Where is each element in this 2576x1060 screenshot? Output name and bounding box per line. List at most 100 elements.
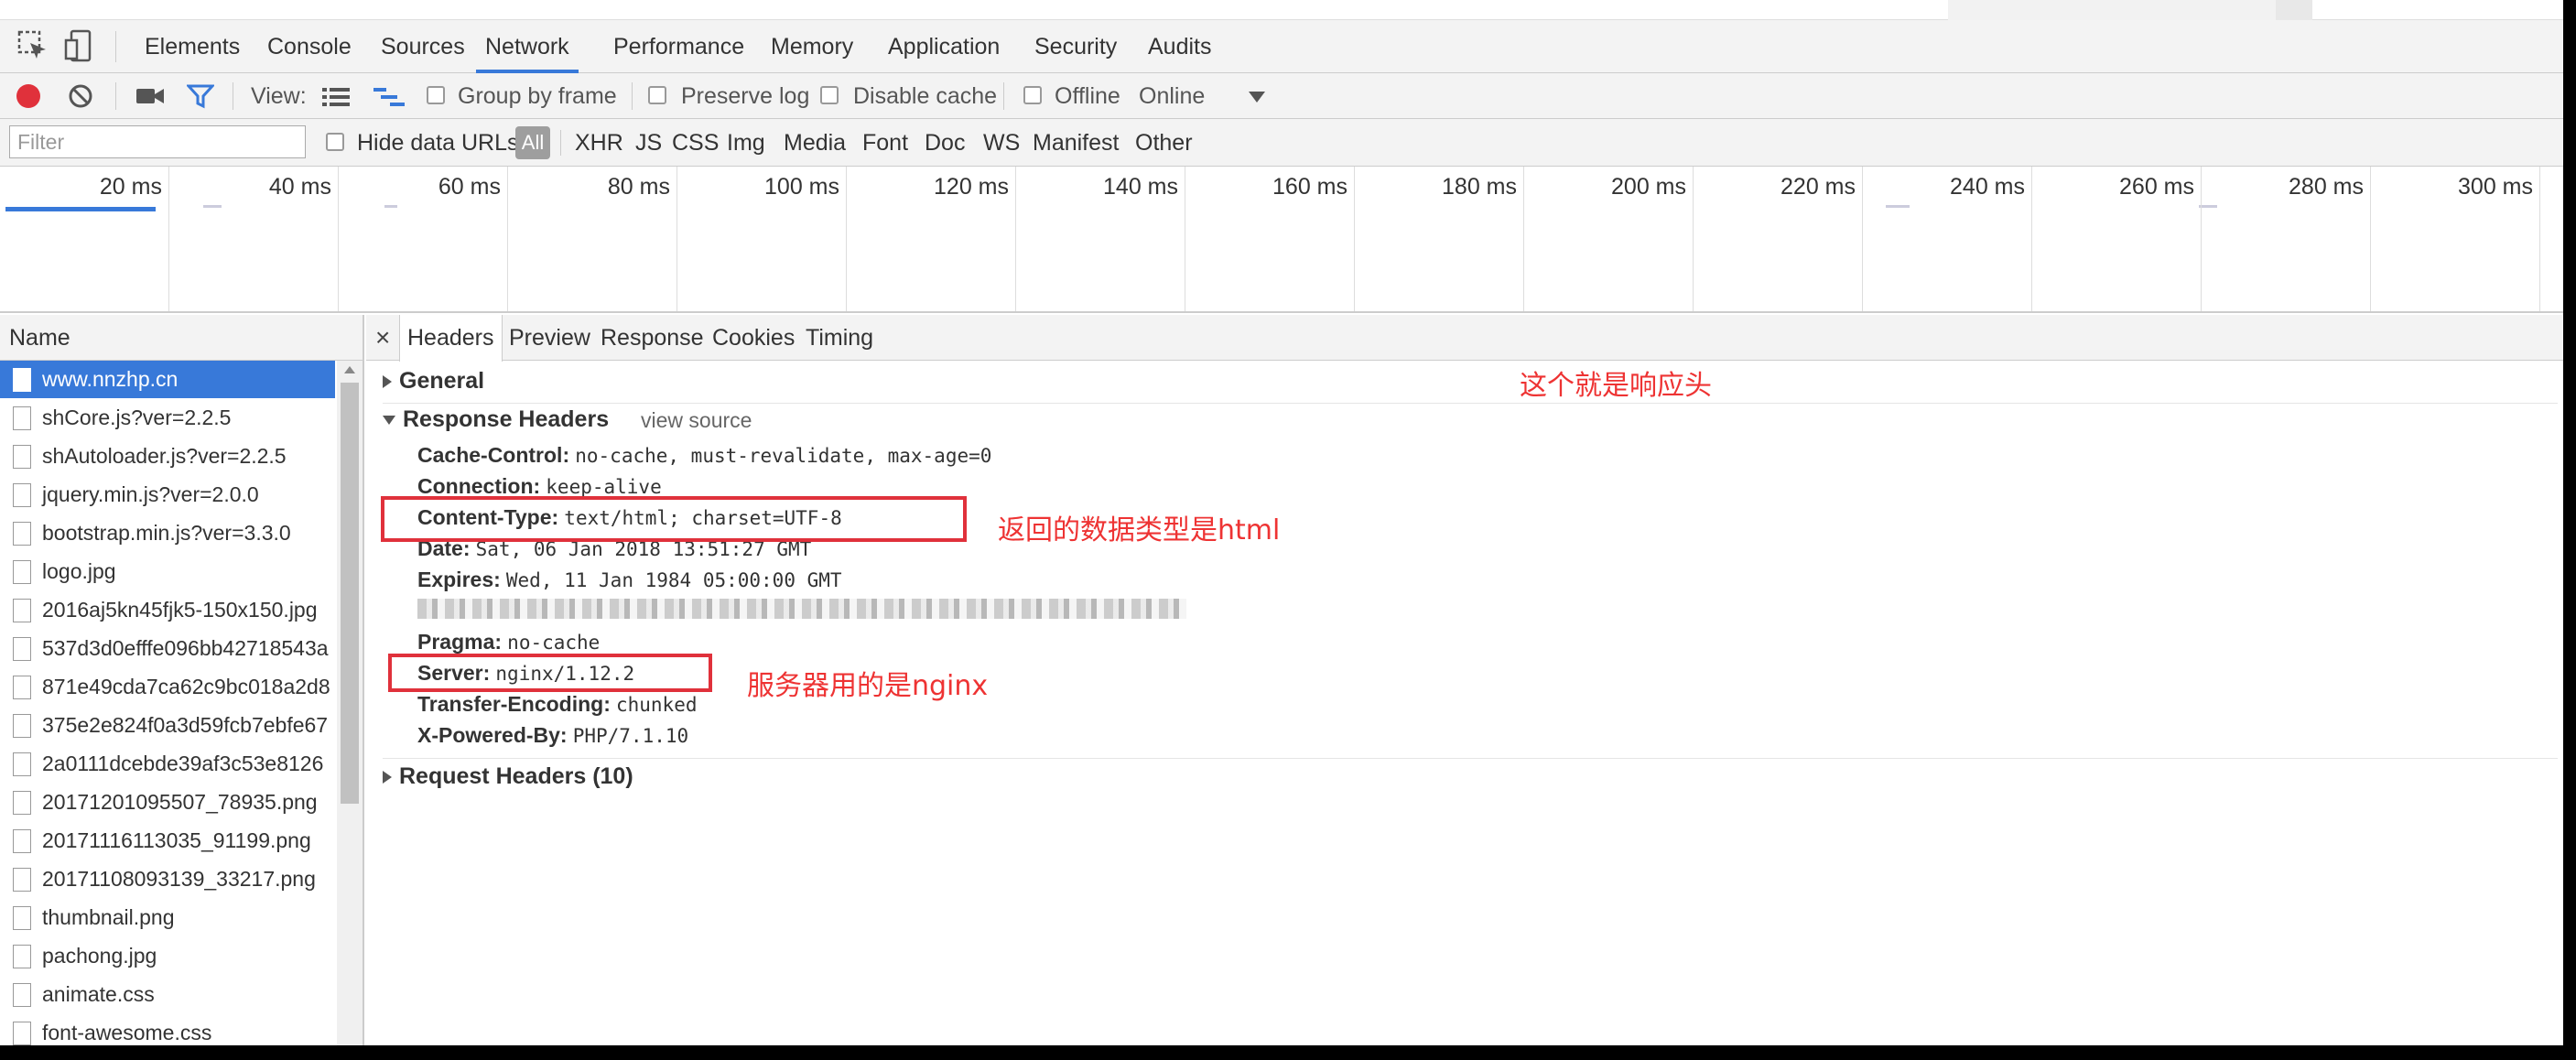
collapse-arrow-icon	[383, 416, 395, 426]
preserve-log-checkbox[interactable]	[648, 86, 666, 104]
annotation-server: 服务器用的是nginx	[747, 670, 989, 702]
toolbar-divider	[115, 82, 116, 110]
file-icon	[13, 599, 31, 622]
waterfall-overview-icon[interactable]	[373, 87, 405, 112]
filter-img-button[interactable]: Img	[727, 119, 765, 167]
request-row[interactable]: 20171201095507_78935.png	[0, 784, 335, 821]
name-column-header[interactable]: Name	[0, 315, 363, 361]
request-name: animate.css	[42, 982, 155, 1006]
header-expires: Expires: Wed, 11 Jan 1984 05:00:00 GMT	[417, 568, 842, 591]
devtools-tab-bar: Elements Console Sources Network Perform…	[0, 20, 2563, 73]
chevron-down-icon[interactable]	[1249, 92, 1265, 103]
group-by-frame-checkbox[interactable]	[427, 86, 445, 104]
filter-funnel-icon[interactable]	[185, 83, 216, 114]
header-cache-control: Cache-Control: no-cache, must-revalidate…	[417, 443, 992, 467]
tab-performance[interactable]: Performance	[613, 20, 744, 73]
request-row[interactable]: shAutoloader.js?ver=2.2.5	[0, 438, 335, 475]
scrollbar-thumb[interactable]	[341, 383, 359, 804]
request-row[interactable]: animate.css	[0, 976, 335, 1013]
file-icon	[13, 829, 31, 853]
filter-doc-button[interactable]: Doc	[925, 119, 965, 167]
disable-cache-label: Disable cache	[853, 83, 998, 109]
request-row[interactable]: www.nnzhp.cn	[0, 361, 335, 398]
tab-audits[interactable]: Audits	[1148, 20, 1211, 73]
file-icon	[13, 637, 31, 661]
request-row[interactable]: 375e2e824f0a3d59fcb7ebfe67	[0, 707, 335, 744]
filter-font-button[interactable]: Font	[862, 119, 908, 167]
request-row[interactable]: bootstrap.min.js?ver=3.3.0	[0, 514, 335, 552]
filter-css-button[interactable]: CSS	[672, 119, 719, 167]
tab-timing[interactable]: Timing	[806, 315, 873, 361]
screenshot-camera-icon[interactable]	[135, 85, 165, 112]
file-icon	[13, 945, 31, 968]
annotation-box-content-type	[381, 496, 967, 542]
expand-arrow-icon	[383, 375, 392, 389]
filter-ws-button[interactable]: WS	[983, 119, 1020, 167]
request-row[interactable]: shCore.js?ver=2.2.5	[0, 399, 335, 437]
request-name: 871e49cda7ca62c9bc018a2d8	[42, 675, 330, 698]
tab-memory[interactable]: Memory	[771, 20, 853, 73]
offline-checkbox[interactable]	[1023, 86, 1042, 104]
filter-bar: Filter Hide data URLs All XHR JS CSS Img…	[0, 119, 2563, 167]
inspect-element-icon[interactable]	[16, 29, 49, 62]
request-headers-section-toggle[interactable]: Request Headers (10)	[383, 763, 633, 790]
file-icon	[13, 983, 31, 1007]
view-label: View:	[251, 83, 307, 109]
device-toolbar-icon[interactable]	[64, 29, 97, 62]
request-name: pachong.jpg	[42, 944, 157, 968]
request-row[interactable]: 871e49cda7ca62c9bc018a2d8	[0, 668, 335, 706]
request-row[interactable]: 2a0111dcebde39af3c53e8126	[0, 745, 335, 783]
group-by-frame-label: Group by frame	[458, 83, 617, 109]
large-rows-icon[interactable]	[322, 87, 350, 112]
filter-media-button[interactable]: Media	[784, 119, 846, 167]
file-icon	[13, 483, 31, 507]
tab-network[interactable]: Network	[476, 20, 579, 73]
filter-js-button[interactable]: JS	[635, 119, 662, 167]
scroll-up-arrow-icon[interactable]	[344, 366, 355, 373]
request-row[interactable]: thumbnail.png	[0, 899, 335, 936]
request-row[interactable]: 20171116113035_91199.png	[0, 822, 335, 860]
filter-all-button[interactable]: All	[515, 126, 550, 159]
tab-elements[interactable]: Elements	[145, 20, 240, 73]
general-section-toggle[interactable]: General	[383, 368, 484, 395]
request-row[interactable]: pachong.jpg	[0, 937, 335, 975]
page-strip	[0, 0, 2563, 20]
file-icon	[13, 676, 31, 699]
file-icon	[13, 445, 31, 469]
view-source-link[interactable]: view source	[641, 408, 752, 433]
tab-security[interactable]: Security	[1034, 20, 1117, 73]
tab-headers[interactable]: Headers	[399, 315, 503, 362]
clear-icon[interactable]	[68, 83, 93, 114]
disable-cache-checkbox[interactable]	[820, 86, 839, 104]
request-row[interactable]: 2016aj5kn45fjk5-150x150.jpg	[0, 591, 335, 629]
request-row[interactable]: jquery.min.js?ver=2.0.0	[0, 476, 335, 514]
request-row[interactable]: 20171108093139_33217.png	[0, 860, 335, 898]
filter-manifest-button[interactable]: Manifest	[1033, 119, 1119, 167]
filter-xhr-button[interactable]: XHR	[575, 119, 623, 167]
preserve-log-label: Preserve log	[681, 83, 810, 109]
tab-application[interactable]: Application	[888, 20, 1000, 73]
request-row[interactable]: font-awesome.css	[0, 1014, 335, 1045]
devtools-window: Elements Console Sources Network Perform…	[0, 0, 2563, 1045]
request-name: 2a0111dcebde39af3c53e8126	[42, 752, 324, 775]
filter-other-button[interactable]: Other	[1135, 119, 1193, 167]
tab-preview[interactable]: Preview	[509, 315, 590, 361]
file-icon	[13, 406, 31, 430]
request-list-scrollbar[interactable]	[337, 361, 363, 1045]
record-button[interactable]	[16, 84, 40, 108]
request-row[interactable]: 537d3d0efffe096bb42718543a	[0, 630, 335, 667]
timeline-overview[interactable]: 20 ms 40 ms 60 ms 80 ms 100 ms 120 ms 140 ms 16…	[0, 167, 2563, 313]
tab-console[interactable]: Console	[267, 20, 352, 73]
timeline-gridline	[0, 167, 2540, 311]
filter-input[interactable]: Filter	[9, 125, 306, 158]
response-headers-section-toggle[interactable]: Response Headers	[383, 406, 609, 433]
hide-data-urls-checkbox[interactable]	[326, 133, 344, 151]
request-row[interactable]: logo.jpg	[0, 553, 335, 590]
tab-cookies[interactable]: Cookies	[712, 315, 795, 361]
close-detail-icon[interactable]: ×	[375, 315, 390, 361]
tab-response[interactable]: Response	[601, 315, 704, 361]
throttling-select[interactable]: Online	[1139, 73, 1205, 119]
request-name: 537d3d0efffe096bb42718543a	[42, 636, 329, 660]
annotation-box-server	[388, 654, 712, 692]
tab-sources[interactable]: Sources	[381, 20, 465, 73]
